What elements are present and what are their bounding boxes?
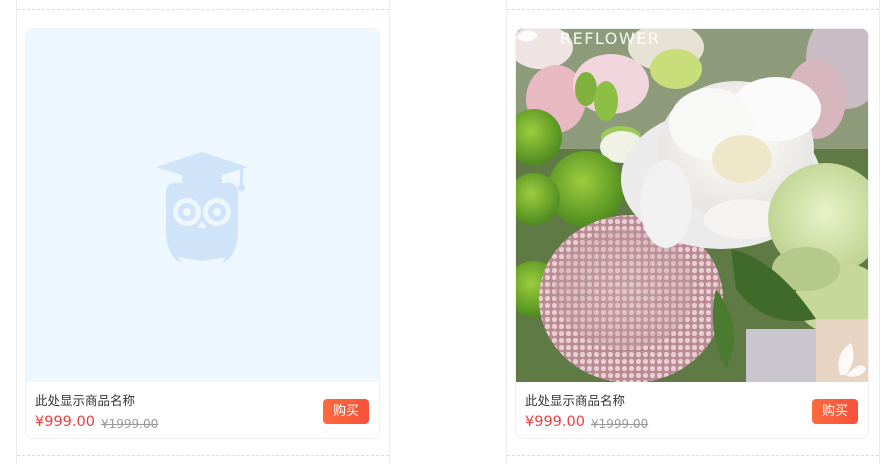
divider-bottom bbox=[507, 455, 879, 456]
product-image-flowers[interactable]: REFLOWER bbox=[516, 29, 868, 382]
product-grid: 此处显示商品名称 ¥999.00 ¥1999.00 购买 REFLOWER 此处… bbox=[0, 0, 893, 464]
product-image-placeholder[interactable] bbox=[26, 29, 379, 382]
product-name[interactable]: 此处显示商品名称 bbox=[525, 390, 625, 409]
product-card[interactable]: 此处显示商品名称 ¥999.00 ¥1999.00 购买 bbox=[26, 29, 379, 438]
divider-top bbox=[17, 9, 389, 10]
flower-bouquet-photo bbox=[516, 29, 868, 382]
buy-button[interactable]: 购买 bbox=[812, 399, 858, 424]
product-info: 此处显示商品名称 ¥999.00 ¥1999.00 购买 bbox=[35, 387, 369, 435]
product-original-price: ¥1999.00 bbox=[101, 417, 159, 431]
buy-button[interactable]: 购买 bbox=[323, 399, 369, 424]
product-card[interactable]: REFLOWER 此处显示商品名称 ¥999.00 ¥1999.00 购买 bbox=[516, 29, 868, 438]
product-original-price: ¥1999.00 bbox=[591, 417, 649, 431]
brand-watermark: REFLOWER bbox=[560, 29, 661, 48]
owl-placeholder-icon bbox=[156, 152, 248, 263]
divider-bottom bbox=[17, 455, 389, 456]
product-price: ¥999.00 bbox=[35, 414, 95, 430]
product-info: 此处显示商品名称 ¥999.00 ¥1999.00 购买 bbox=[525, 387, 858, 435]
product-price: ¥999.00 bbox=[525, 414, 585, 430]
product-name[interactable]: 此处显示商品名称 bbox=[35, 390, 135, 409]
divider-top bbox=[507, 9, 879, 10]
